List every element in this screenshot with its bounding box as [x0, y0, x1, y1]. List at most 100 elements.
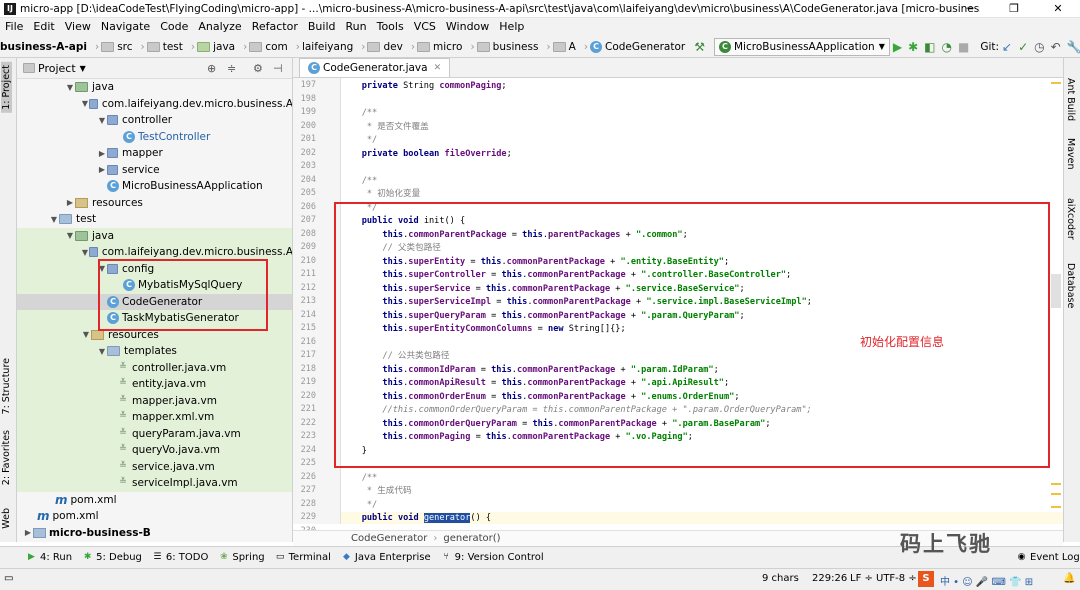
- code-line[interactable]: /**: [341, 472, 378, 486]
- coverage-icon[interactable]: ◧: [924, 39, 935, 55]
- crumb-src[interactable]: src: [101, 41, 133, 53]
- code-line[interactable]: /**: [341, 175, 378, 189]
- close-tab-icon[interactable]: ✕: [434, 63, 442, 73]
- tool-version-control[interactable]: ⑂ 9: Version Control: [441, 552, 543, 563]
- tree-node[interactable]: ≚ serviceImpl.java.vm: [17, 475, 292, 492]
- event-log[interactable]: ◉ Event Log: [1016, 552, 1080, 563]
- tree-node[interactable]: ≚ mapper.java.vm: [17, 392, 292, 409]
- tree-node[interactable]: ▼ controller: [17, 112, 292, 129]
- tree-node[interactable]: ≚ queryVo.java.vm: [17, 442, 292, 459]
- tree-node[interactable]: m pom.xml: [17, 492, 292, 509]
- code-line[interactable]: /**: [341, 107, 378, 121]
- tree-node[interactable]: ≚ queryParam.java.vm: [17, 425, 292, 442]
- tree-node[interactable]: ▼ java: [17, 79, 292, 96]
- tool-terminal[interactable]: ▭ Terminal: [275, 552, 331, 563]
- ime-icons[interactable]: 中 • ☺ 🎤 ⌨ 👕 ⊞: [940, 573, 1033, 588]
- crumb-com[interactable]: com: [249, 41, 288, 53]
- menu-view[interactable]: View: [60, 18, 96, 36]
- code-line[interactable]: * 生成代码: [341, 485, 412, 499]
- tab-web[interactable]: Web: [1, 508, 12, 529]
- stop-icon[interactable]: ■: [958, 39, 969, 55]
- tab-favorites[interactable]: 2: Favorites: [1, 430, 12, 485]
- git-update-icon[interactable]: ↙: [1002, 39, 1012, 55]
- marker[interactable]: [1051, 493, 1061, 495]
- line-separator[interactable]: LF ÷: [850, 573, 873, 584]
- caret-position[interactable]: 229:26: [812, 573, 847, 584]
- project-panel-title[interactable]: Project: [38, 62, 76, 75]
- notifications-icon[interactable]: 🔔: [1063, 573, 1075, 584]
- collapse-icon[interactable]: ≑: [227, 62, 236, 75]
- chevron-right-icon[interactable]: ▶: [23, 528, 33, 537]
- chevron-down-icon[interactable]: ▼: [81, 248, 89, 257]
- chevron-down-icon[interactable]: ▼: [65, 231, 75, 240]
- chevron-down-icon[interactable]: ▼: [97, 116, 107, 125]
- chevron-down-icon[interactable]: ▼: [81, 99, 89, 108]
- chevron-down-icon[interactable]: ▼: [49, 215, 59, 224]
- debug-icon[interactable]: ✱: [908, 39, 918, 55]
- hide-tool-windows-icon[interactable]: ▭: [4, 573, 13, 584]
- chevron-right-icon[interactable]: ▶: [65, 198, 75, 207]
- menu-build[interactable]: Build: [303, 18, 341, 36]
- git-history-icon[interactable]: ◷: [1034, 39, 1044, 55]
- build-hammer-icon[interactable]: ⚒: [694, 39, 705, 55]
- code-line[interactable]: */: [341, 499, 377, 513]
- sogou-ime-icon[interactable]: S: [918, 571, 934, 587]
- tree-node[interactable]: ▼ java: [17, 227, 292, 244]
- profile-icon[interactable]: ◔: [942, 39, 952, 55]
- code-line[interactable]: * 是否文件覆盖: [341, 121, 429, 135]
- close-button[interactable]: ✕: [1036, 0, 1080, 18]
- tree-node[interactable]: ▶ micro-business-B: [17, 525, 292, 542]
- crumb-micro[interactable]: micro: [417, 41, 462, 53]
- scroll-thumb[interactable]: [1051, 274, 1061, 308]
- git-commit-icon[interactable]: ✓: [1018, 39, 1028, 55]
- tree-node[interactable]: C MicroBusinessAApplication: [17, 178, 292, 195]
- tab-ant-build[interactable]: Ant Build: [1065, 78, 1076, 121]
- run-config-select[interactable]: C MicroBusinessAApplication ▼: [713, 37, 890, 56]
- marker[interactable]: [1051, 506, 1061, 508]
- crumb-java[interactable]: java: [197, 41, 235, 53]
- menu-analyze[interactable]: Analyze: [193, 18, 246, 36]
- menu-file[interactable]: File: [0, 18, 28, 36]
- tree-node[interactable]: ≚ mapper.xml.vm: [17, 409, 292, 426]
- chevron-right-icon[interactable]: ▶: [97, 149, 107, 158]
- crumb-dev[interactable]: dev: [367, 41, 403, 53]
- menu-run[interactable]: Run: [341, 18, 372, 36]
- tree-node[interactable]: ▼ templates: [17, 343, 292, 360]
- chevron-down-icon[interactable]: ▼: [97, 347, 107, 356]
- run-icon[interactable]: ▶: [893, 39, 902, 55]
- menu-navigate[interactable]: Navigate: [96, 18, 155, 36]
- chevron-down-icon[interactable]: ▼: [80, 64, 86, 73]
- code-line[interactable]: private String commonPaging;: [341, 80, 507, 94]
- git-revert-icon[interactable]: ↶: [1051, 39, 1061, 55]
- marker[interactable]: [1051, 82, 1061, 84]
- menu-tools[interactable]: Tools: [372, 18, 409, 36]
- tree-node[interactable]: C TestController: [17, 129, 292, 146]
- tab-database[interactable]: Database: [1065, 263, 1076, 308]
- chevron-down-icon[interactable]: ▼: [65, 83, 75, 92]
- tree-node[interactable]: ▶ service: [17, 162, 292, 179]
- minimize-button[interactable]: ─: [948, 0, 992, 18]
- crumb-a[interactable]: A: [552, 41, 576, 53]
- menu-window[interactable]: Window: [441, 18, 494, 36]
- tree-node[interactable]: ▶ mapper: [17, 145, 292, 162]
- tool-todo[interactable]: ☰ 6: TODO: [152, 552, 208, 563]
- menu-edit[interactable]: Edit: [28, 18, 59, 36]
- gear-icon[interactable]: ⚙: [253, 62, 263, 75]
- tool-debug[interactable]: ✱ 5: Debug: [82, 552, 142, 563]
- code-line[interactable]: private boolean fileOverride;: [341, 148, 512, 162]
- crumb-codegenerator[interactable]: C CodeGenerator: [590, 40, 685, 53]
- tree-node[interactable]: ≚ service.java.vm: [17, 458, 292, 475]
- crumb-laifeiyang[interactable]: laifeiyang: [302, 41, 353, 53]
- tool-java-enterprise[interactable]: ◆ Java Enterprise: [341, 552, 431, 563]
- maximize-button[interactable]: ❐: [992, 0, 1036, 18]
- tree-node[interactable]: ≚ controller.java.vm: [17, 359, 292, 376]
- settings-icon[interactable]: 🔧: [1067, 39, 1080, 55]
- tree-node[interactable]: ▶ resources: [17, 195, 292, 212]
- tab-maven[interactable]: Maven: [1065, 138, 1076, 170]
- code-line[interactable]: * 初始化变量: [341, 188, 420, 202]
- tool-run[interactable]: ▶ 4: Run: [26, 552, 72, 563]
- breadcrumb-method[interactable]: generator(): [443, 533, 500, 544]
- crumb-test[interactable]: test: [146, 41, 183, 53]
- menu-code[interactable]: Code: [155, 18, 193, 36]
- tree-node[interactable]: m pom.xml: [17, 508, 292, 525]
